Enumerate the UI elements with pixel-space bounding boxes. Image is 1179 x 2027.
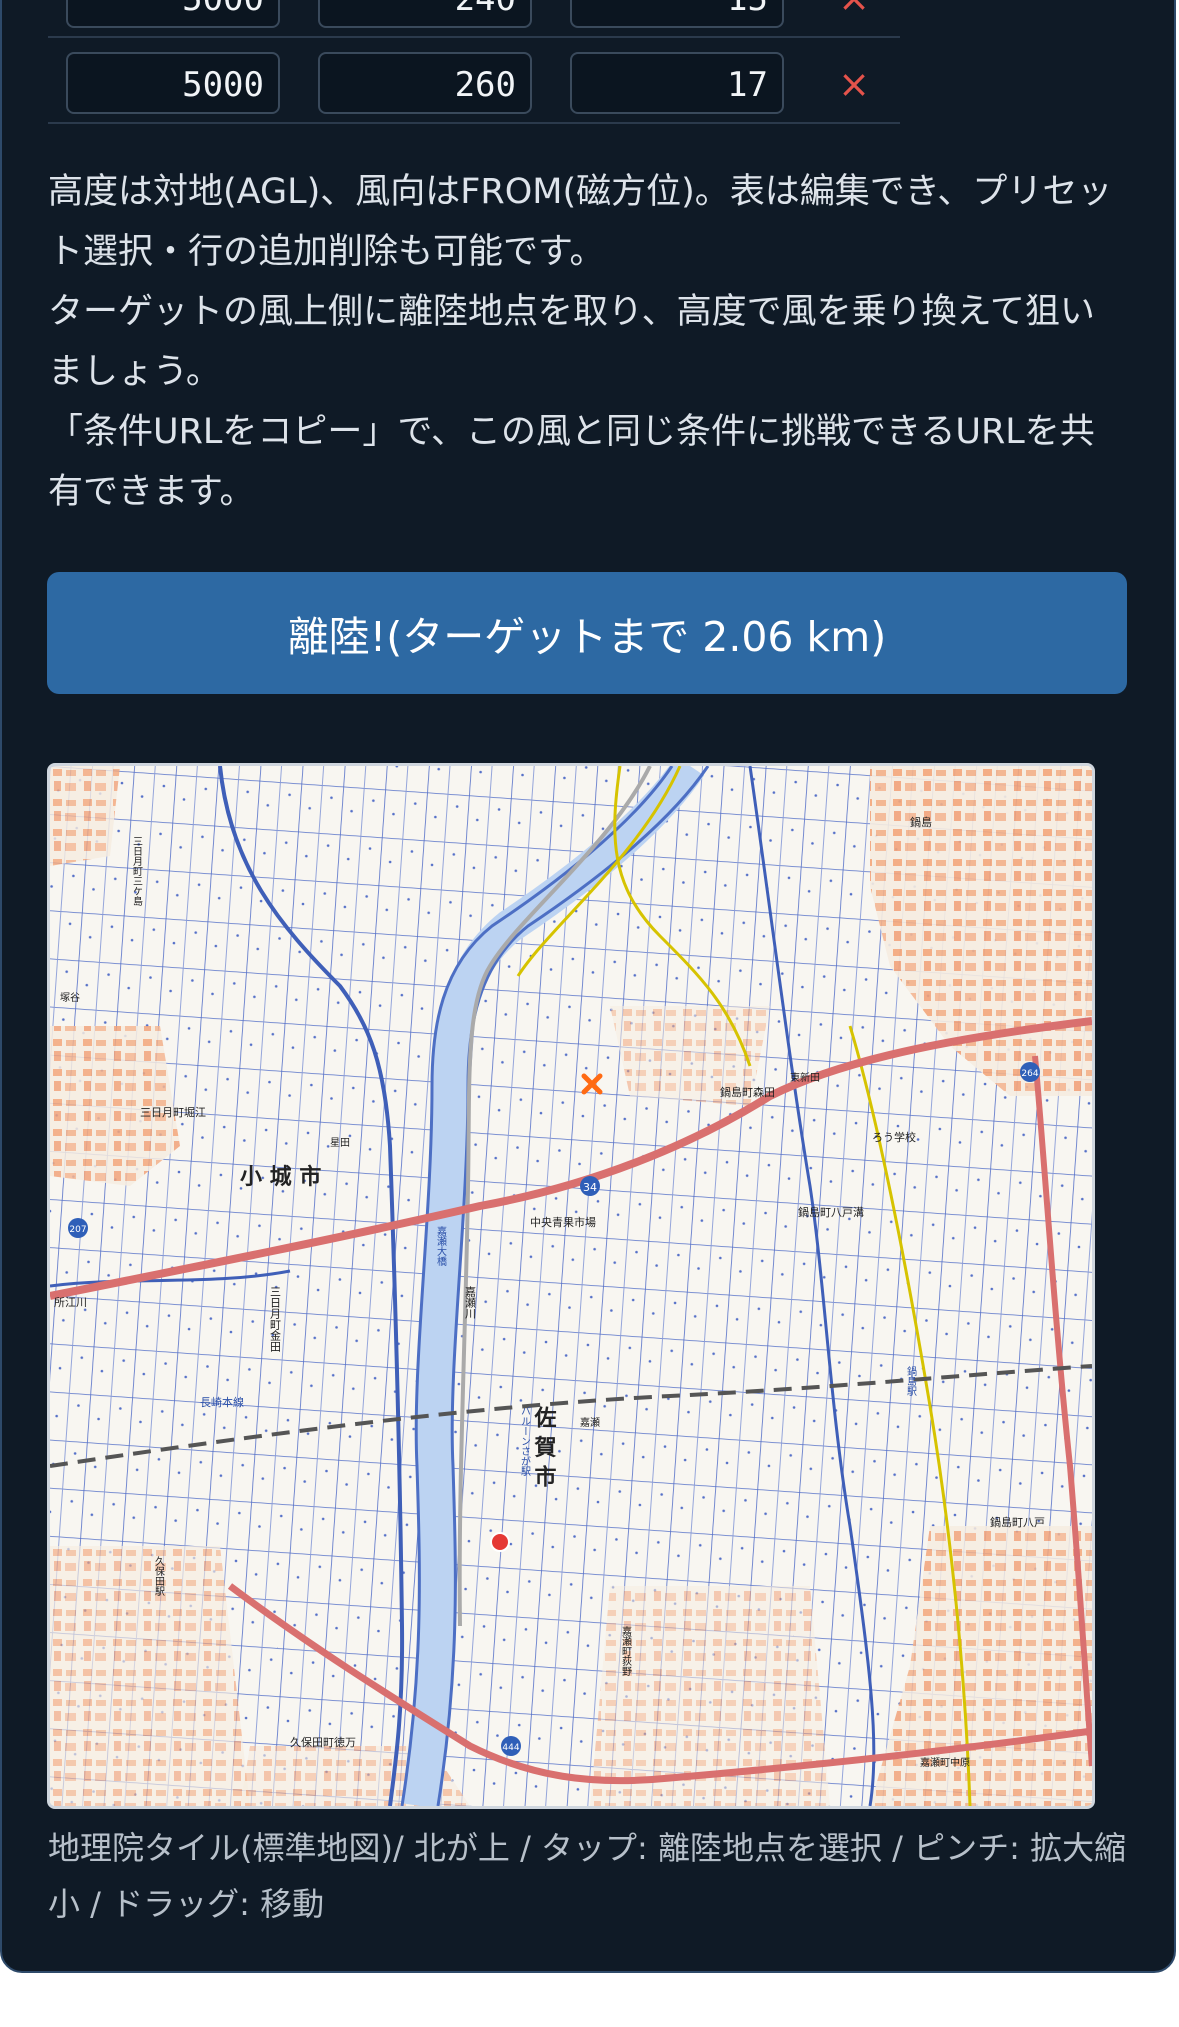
direction-field[interactable]: 260	[318, 52, 532, 114]
launch-point-marker[interactable]	[490, 1532, 510, 1552]
map-label: 鍋島駅	[905, 1365, 917, 1397]
map-view[interactable]: 34 207 264 444 小 城 市 佐 賀 市 鍋島町森田 鍋島町八戸溝 …	[47, 763, 1095, 1809]
map-label: 鍋島町八戸	[990, 1515, 1045, 1529]
map-label: 塚谷	[60, 992, 80, 1004]
map-label: 鍋島町森田	[720, 1085, 775, 1099]
map-label: 所江川	[54, 1296, 87, 1309]
wind-row: 5000 240 15 ×	[48, 0, 900, 38]
svg-text:444: 444	[502, 1743, 519, 1753]
map-label: 三日月町堀江	[140, 1106, 206, 1119]
wind-panel: 5000 240 15 × 5000 260 17 × 高度は対地(AGL)、風…	[0, 0, 1176, 1973]
instructions: 高度は対地(AGL)、風向はFROM(磁方位)。表は編集でき、プリセット選択・行…	[48, 162, 1128, 522]
svg-text:264: 264	[1021, 1069, 1038, 1079]
wind-row: 5000 260 17 ×	[48, 48, 900, 124]
direction-field[interactable]: 240	[318, 0, 532, 28]
svg-text:207: 207	[69, 1225, 86, 1235]
map-label: 東新田	[790, 1071, 820, 1084]
map-label: 鍋島	[910, 815, 932, 829]
route-marker: 207	[68, 1218, 88, 1238]
map-label: 嘉瀬町荻野	[620, 1625, 632, 1676]
map-label: 久保田駅	[153, 1556, 165, 1597]
map-label: 嘉瀬町中原	[920, 1756, 970, 1769]
speed-field[interactable]: 15	[570, 0, 784, 28]
delete-row-button[interactable]: ×	[834, 0, 874, 28]
map-label: 三日月町金田	[269, 1286, 282, 1352]
map-label: 嘉瀬	[580, 1416, 600, 1429]
instructions-line: 「条件URLをコピー」で、この風と同じ条件に挑戦できるURLを共有できます。	[48, 412, 1095, 512]
map-label: 三日月町三ケ島	[131, 836, 143, 907]
altitude-field[interactable]: 5000	[66, 52, 280, 114]
altitude-field[interactable]: 5000	[66, 0, 280, 28]
map-label: 中央青果市場	[530, 1215, 596, 1229]
map-label: 久保田町徳万	[290, 1735, 356, 1749]
map-label: 長崎本線	[200, 1395, 244, 1409]
instructions-line: 高度は対地(AGL)、風向はFROM(磁方位)。表は編集でき、プリセット選択・行…	[48, 172, 1113, 272]
speed-field[interactable]: 17	[570, 52, 784, 114]
svg-text:34: 34	[583, 1181, 597, 1194]
route-marker: 34	[580, 1176, 600, 1196]
route-marker: 264	[1020, 1062, 1040, 1082]
instructions-line: ターゲットの風上側に離陸地点を取り、高度で風を乗り換えて狙いましょう。	[48, 292, 1095, 392]
map-label: ろう学校	[872, 1130, 916, 1144]
map-label: 嘉瀬大橋	[435, 1225, 447, 1267]
route-marker: 444	[501, 1736, 521, 1756]
map-caption: 地理院タイル(標準地図)/ 北が上 / タップ: 離陸地点を選択 / ピンチ: …	[48, 1829, 1127, 1923]
map-label: バルーンさが駅	[519, 1406, 531, 1477]
delete-row-button[interactable]: ×	[834, 54, 874, 114]
launch-button[interactable]: 離陸!(ターゲットまで 2.06 km)	[47, 572, 1127, 694]
map-label-saga-city: 佐 賀 市	[531, 1405, 558, 1487]
map-label: 嘉瀬川	[464, 1285, 477, 1319]
map-label-ogi-city: 小 城 市	[240, 1164, 321, 1190]
map-label: 星田	[330, 1137, 350, 1149]
map-label: 鍋島町八戸溝	[798, 1205, 864, 1219]
